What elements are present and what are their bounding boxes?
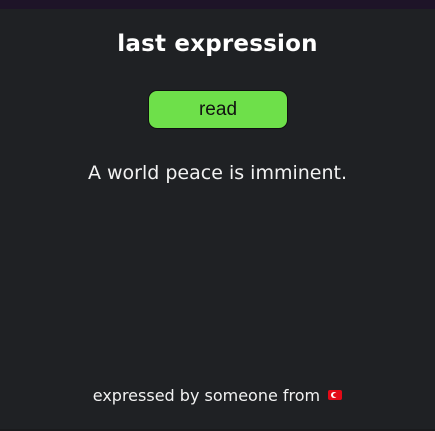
turkey-flag-icon [328, 389, 343, 400]
footer: expressed by someone from [0, 386, 435, 405]
page-title: last expression [117, 31, 318, 57]
footer-text: expressed by someone from [92, 386, 321, 405]
page: last expression read A world peace is im… [0, 9, 435, 431]
expression-text: A world peace is imminent. [87, 162, 347, 184]
read-button[interactable]: read [148, 90, 288, 129]
top-bar [0, 0, 435, 9]
